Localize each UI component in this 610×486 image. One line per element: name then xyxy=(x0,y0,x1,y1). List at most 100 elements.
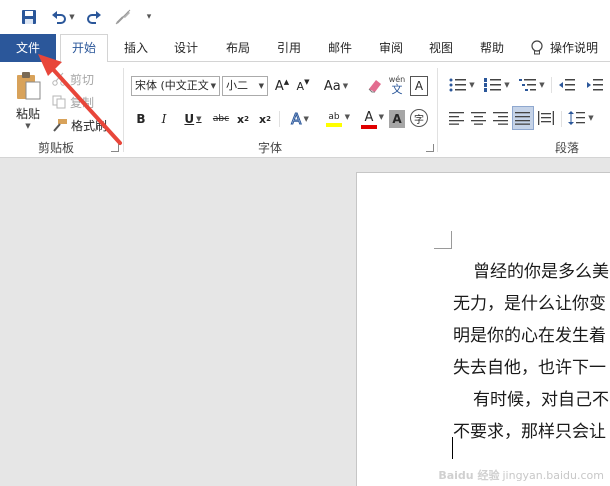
group-separator xyxy=(437,68,438,152)
format-painter-icon xyxy=(53,119,67,132)
paragraph-line[interactable]: 无力，是什么让你变 xyxy=(453,289,606,314)
line-spacing-button[interactable]: ▼ xyxy=(566,108,596,128)
document-page[interactable]: 曾经的你是多么美 无力，是什么让你变 明是你的心在发生着 失去自他，也许下一 有… xyxy=(356,172,610,486)
font-color-icon: A xyxy=(364,109,374,125)
change-case-dropdown-icon[interactable]: ▼ xyxy=(343,82,348,90)
save-button[interactable] xyxy=(18,7,40,27)
clipboard-launcher-icon[interactable] xyxy=(111,144,119,152)
strikethrough-button[interactable]: abc xyxy=(211,109,231,129)
subscript-mark: 2 xyxy=(244,115,249,123)
redo-button[interactable] xyxy=(84,7,104,27)
font-size-dropdown-icon[interactable]: ▼ xyxy=(259,77,264,95)
subscript-button[interactable]: x2 xyxy=(235,109,251,129)
text-effects-button[interactable]: A ▼ xyxy=(286,109,314,129)
superscript-button[interactable]: x2 xyxy=(257,109,273,129)
grow-font-button[interactable]: A ▲ xyxy=(274,76,290,96)
enclose-characters-button[interactable]: 字 xyxy=(410,109,428,127)
bullets-button[interactable]: ▼ xyxy=(447,75,477,95)
font-color-dropdown-icon[interactable]: ▼ xyxy=(379,113,384,121)
line-spacing-dropdown-icon[interactable]: ▼ xyxy=(588,114,593,122)
ribbon-tab-bar: 文件 开始 插入 设计 布局 引用 邮件 审阅 视图 帮助 操作说明 xyxy=(0,34,610,63)
lightbulb-icon xyxy=(531,40,543,55)
tab-insert[interactable]: 插入 xyxy=(117,34,155,62)
copy-button[interactable]: 复制 xyxy=(52,93,94,111)
format-painter-quick-button[interactable] xyxy=(112,7,134,27)
tab-review[interactable]: 审阅 xyxy=(372,34,410,62)
strikethrough-icon: abc xyxy=(212,114,230,124)
superscript-mark: 2 xyxy=(266,115,271,123)
change-case-icon: Aa xyxy=(323,78,341,94)
multilevel-list-dropdown-icon[interactable]: ▼ xyxy=(539,81,544,89)
change-case-button[interactable]: Aa ▼ xyxy=(322,76,350,96)
tab-home[interactable]: 开始 xyxy=(60,34,108,63)
format-painter-button[interactable]: 格式刷 xyxy=(52,116,107,134)
phonetic-guide-button[interactable]: wén 文 xyxy=(388,72,406,98)
font-name-dropdown-icon[interactable]: ▼ xyxy=(211,77,216,95)
undo-dropdown-icon[interactable]: ▼ xyxy=(69,13,74,21)
align-left-button[interactable] xyxy=(447,108,467,128)
paragraph-row-separator xyxy=(561,111,562,127)
format-painter-label: 格式刷 xyxy=(71,118,108,133)
increase-indent-button[interactable] xyxy=(584,75,606,95)
shrink-font-icon: A xyxy=(296,79,305,93)
scissors-icon xyxy=(52,72,66,86)
character-border-button[interactable]: A xyxy=(410,76,428,96)
font-size-combo[interactable]: 小二 ▼ xyxy=(222,76,268,96)
tab-design[interactable]: 设计 xyxy=(167,34,205,62)
align-center-button[interactable] xyxy=(469,108,489,128)
highlight-icon: ab xyxy=(328,112,340,122)
highlight-dropdown-icon[interactable]: ▼ xyxy=(345,113,350,121)
clipboard-group-label: 剪贴板 xyxy=(37,141,74,155)
tab-file[interactable]: 文件 xyxy=(0,34,56,62)
justify-button[interactable] xyxy=(512,106,534,130)
grow-arrow-icon: ▲ xyxy=(283,78,290,86)
shrink-font-button[interactable]: A ▼ xyxy=(295,76,311,96)
highlight-button[interactable]: ab ▼ xyxy=(318,108,350,130)
cut-button[interactable]: 剪切 xyxy=(52,70,94,88)
tab-help[interactable]: 帮助 xyxy=(473,34,511,62)
paragraph-line[interactable]: 明是你的心在发生着 xyxy=(453,321,606,346)
bullets-dropdown-icon[interactable]: ▼ xyxy=(469,81,474,89)
brush-icon xyxy=(115,9,131,25)
paragraph-group-label: 段落 xyxy=(554,141,579,155)
superscript-icon: x xyxy=(259,112,267,126)
tab-references[interactable]: 引用 xyxy=(270,34,308,62)
paste-button[interactable]: 粘贴 ▼ xyxy=(10,68,46,132)
undo-button[interactable]: ▼ xyxy=(50,7,76,27)
font-color-bar xyxy=(361,124,377,129)
tab-layout[interactable]: 布局 xyxy=(219,34,257,62)
paragraph-line[interactable]: 有时候，对自己不 xyxy=(473,385,609,410)
redo-icon xyxy=(87,11,101,24)
distributed-button[interactable] xyxy=(536,108,556,128)
grow-font-icon: A xyxy=(274,78,284,94)
italic-icon: I xyxy=(161,112,167,126)
watermark: Baidu 经验 jingyan.baidu.com xyxy=(438,467,604,483)
character-shading-button[interactable]: A xyxy=(389,110,405,128)
font-launcher-icon[interactable] xyxy=(426,144,434,152)
paragraph-line[interactable]: 不要求，那样只会让 xyxy=(453,417,606,442)
numbering-button[interactable]: ▼ xyxy=(482,75,512,95)
cut-label: 剪切 xyxy=(70,72,95,87)
numbering-dropdown-icon[interactable]: ▼ xyxy=(504,81,509,89)
tab-view[interactable]: 视图 xyxy=(422,34,460,62)
font-color-button[interactable]: A ▼ xyxy=(354,108,384,130)
watermark-brand: Baidu 经验 xyxy=(438,469,500,482)
underline-dropdown-icon[interactable]: ▼ xyxy=(196,115,201,123)
increase-indent-icon xyxy=(587,79,603,91)
align-right-button[interactable] xyxy=(491,108,511,128)
italic-button[interactable]: I xyxy=(156,109,172,129)
tell-me-search[interactable]: 操作说明 xyxy=(530,34,610,62)
customize-quick-access-icon[interactable]: ▾ xyxy=(142,7,156,27)
text-effects-dropdown-icon[interactable]: ▼ xyxy=(303,115,308,123)
tab-mailings[interactable]: 邮件 xyxy=(321,34,359,62)
clear-formatting-button[interactable] xyxy=(366,76,384,96)
paragraph-line[interactable]: 曾经的你是多么美 xyxy=(473,257,609,282)
paragraph-line[interactable]: 失去自他，也许下一 xyxy=(453,353,606,378)
align-center-icon xyxy=(471,112,486,125)
underline-button[interactable]: U ▼ xyxy=(179,109,207,129)
paste-dropdown-icon[interactable]: ▼ xyxy=(25,122,30,130)
multilevel-list-button[interactable]: ▼ xyxy=(517,75,547,95)
bold-button[interactable]: B xyxy=(133,109,149,129)
decrease-indent-button[interactable] xyxy=(556,75,578,95)
font-name-combo[interactable]: 宋体 (中文正文 ▼ xyxy=(131,76,220,96)
